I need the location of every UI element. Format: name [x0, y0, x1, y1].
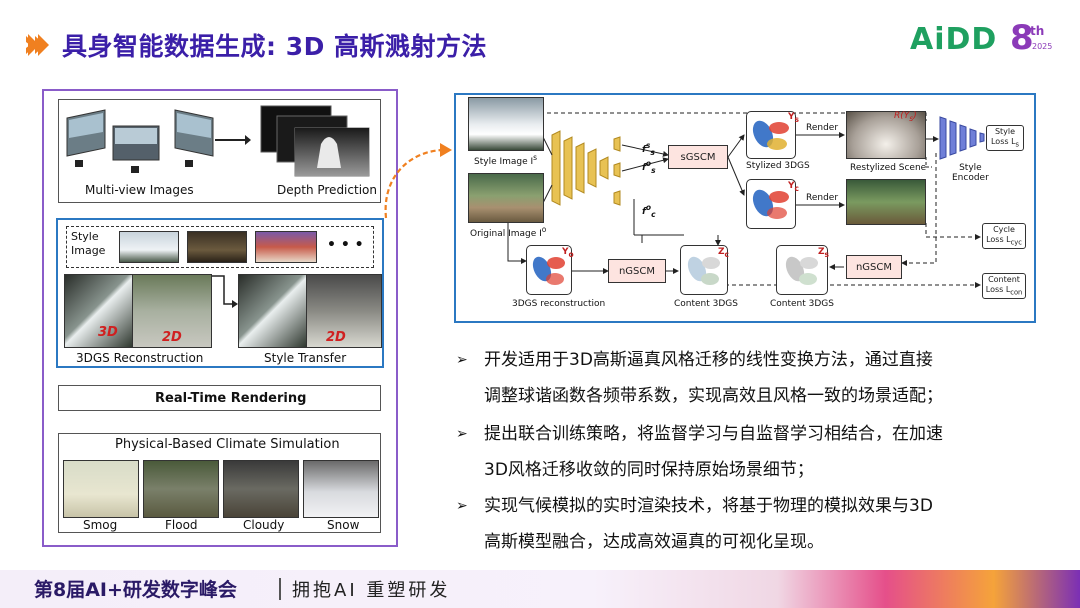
climate-caption-snow: Snow: [327, 518, 360, 532]
climate-thumb-smog: [63, 460, 139, 518]
bullet-arrow-icon: ➢: [456, 426, 468, 442]
multiview-images-illustration: [66, 109, 214, 173]
bullet-2-line-1: 提出联合训练策略，将监督学习与自监督学习相结合，在加速: [484, 424, 943, 444]
logo-year: 2025: [1032, 42, 1053, 51]
content-loss-box: Content Loss Lcon: [982, 273, 1026, 299]
ngscm-box-right: nGSCM: [846, 255, 902, 279]
z-c-label: Zc: [718, 247, 729, 259]
gaussian-blobs-icon: [752, 120, 789, 150]
rendering-panel: Real-Time Rendering: [58, 385, 381, 411]
style-image-strip: Style Image • • •: [66, 226, 374, 268]
footer-slogan: 拥抱AI 重塑研发: [292, 580, 451, 601]
climate-thumb-snow: [303, 460, 379, 518]
recon-3dgs-label: 3DGS reconstruction: [512, 299, 606, 309]
gaussian-blobs-icon: [785, 256, 818, 285]
recon-label: 3DGS Reconstruction: [76, 351, 204, 365]
cycle-loss-box: Cycle Loss Lcyc: [982, 223, 1026, 249]
y-s-label: Ys: [788, 112, 799, 124]
climate-caption-cloudy: Cloudy: [243, 518, 285, 532]
style-transfer-panel: Style Image • • • 3D 2D 2D 3DGS Reconstru…: [56, 218, 384, 368]
style-thumb-dark: [187, 231, 247, 263]
feature-fs-s: fss: [642, 141, 655, 157]
climate-thumb-cloudy: [223, 460, 299, 518]
transfer-label: Style Transfer: [264, 351, 347, 365]
bullet-2-line-2: 3D风格迁移收敛的同时保持原始场景细节；: [484, 460, 814, 480]
depth-maps-illustration: [260, 105, 370, 177]
bullet-1-line-1: 开发适用于3D高斯逼真风格迁移的线性变换方法，通过直接: [484, 350, 933, 370]
restylized-scene-label: Restylized Scene: [850, 163, 927, 173]
style-image-label: Style Image: [71, 230, 106, 257]
original-image-label: Original Image Io: [470, 225, 547, 239]
bullet-1-line-2: 调整球谐函数各频带系数，实现高效且风格一致的场景适配；: [484, 386, 943, 406]
render-label-2: Render: [806, 193, 839, 203]
bullet-arrow-icon: ➢: [456, 498, 468, 514]
y-o-label: Yo: [562, 247, 574, 259]
climate-panel: Physical-Based Climate Simulation Smog F…: [58, 433, 381, 533]
style-loss-box: Style Loss Ls: [986, 125, 1024, 151]
style-encoder-label: Style Encoder: [952, 163, 989, 183]
style-image-photo: [468, 97, 544, 151]
original-image-photo: [468, 173, 544, 223]
sgscm-box: sGSCM: [668, 145, 728, 169]
ngscm-box-left: nGSCM: [608, 259, 666, 283]
double-chevron-icon: [26, 34, 49, 56]
multiview-label: Multi-view Images: [85, 183, 194, 197]
tag-3d-left: 3D: [98, 325, 118, 340]
style-thumb-snow: [119, 231, 179, 263]
styled-3d-view: [238, 274, 308, 348]
content-3dgs-label-left: Content 3DGS: [674, 299, 738, 309]
bullet-3-line-2: 高斯模型融合，达成高效逼真的可视化呈现。: [484, 532, 824, 552]
feature-fc-o: foc: [642, 203, 656, 219]
framework-diagram: Style Image Is Original Image Io fss fos…: [454, 93, 1036, 323]
depth-label: Depth Prediction: [277, 183, 377, 197]
y-c-label: Yc: [788, 181, 799, 193]
render-label-1: Render: [806, 123, 839, 133]
tag-2d-right: 2D: [326, 330, 346, 345]
z-s-label: Zs: [818, 247, 829, 259]
bullet-arrow-icon: ➢: [456, 352, 468, 368]
gaussian-blobs-icon: [752, 189, 789, 219]
page-title: 具身智能数据生成: 3D 高斯溅射方法: [62, 32, 488, 61]
content-3dgs-label-right: Content 3DGS: [770, 299, 834, 309]
climate-label: Physical-Based Climate Simulation: [115, 437, 340, 452]
style-thumb-house: [255, 231, 317, 263]
logo-superscript: th: [1030, 24, 1045, 38]
rendering-label: Real-Time Rendering: [155, 391, 307, 406]
pipeline-figure: Multi-view Images Depth Prediction Style…: [42, 89, 398, 547]
multiview-panel: Multi-view Images Depth Prediction: [58, 99, 381, 203]
footer-summit-name: 第8届AI+研发数字峰会: [34, 579, 237, 601]
style-image-label: Style Image Is: [474, 153, 538, 167]
feature-fs-o: fos: [642, 159, 656, 175]
curved-arrow-icon: [384, 143, 452, 219]
content-render-photo: [846, 179, 926, 225]
climate-thumb-flood: [143, 460, 219, 518]
logo-text: AiDD: [910, 22, 998, 57]
bullet-3-line-1: 实现气候模拟的实时渲染技术，将基于物理的模拟效果与3D: [484, 496, 933, 516]
climate-caption-smog: Smog: [83, 518, 118, 532]
right-arrow-icon: [212, 275, 238, 308]
tag-2d-left: 2D: [162, 330, 182, 345]
climate-caption-flood: Flood: [165, 518, 198, 532]
right-arrow-icon: [215, 135, 251, 145]
r-label: R(Ys): [894, 111, 917, 123]
ellipsis: • • •: [327, 237, 364, 253]
stylized-3dgs-label: Stylized 3DGS: [746, 161, 810, 171]
footer-divider: [279, 578, 281, 600]
